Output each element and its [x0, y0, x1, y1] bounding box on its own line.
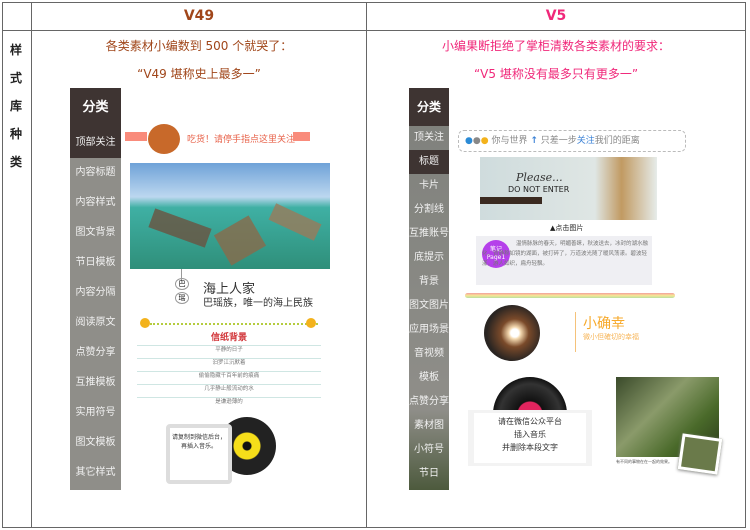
follow-text-a: 只差一步	[540, 136, 577, 146]
sidebar-item-v5-14[interactable]: 节日	[409, 462, 449, 486]
v49-intro-line2: “V49 堪称史上最多一”	[137, 67, 261, 81]
v5-follow-bar[interactable]: ●●● 你与世界 ↑ 只差一步关注我们的距离	[458, 130, 686, 152]
sidebar-item-v49-10[interactable]: 图文模板	[70, 428, 121, 458]
sidebar-item-v5-13[interactable]: 小符号	[409, 438, 449, 462]
sidebar-item-v49-7[interactable]: 点赞分享	[70, 338, 121, 368]
letter-line: 平静的日子	[215, 347, 243, 353]
sidebar-item-v49-9[interactable]: 实用符号	[70, 398, 121, 428]
caption-subtitle: 巴瑶族，唯一的海上民族	[203, 298, 313, 309]
sidebar-item-v5-10[interactable]: 模板	[409, 366, 449, 390]
sidebar-item-v49-11[interactable]: 其它样式	[70, 458, 121, 488]
banner-left-bar	[125, 132, 147, 141]
v5-sidebar-header: 分类	[409, 88, 449, 126]
sidebar-item-v49-0[interactable]: 顶部关注	[70, 128, 121, 158]
column-title-v5: V5	[545, 8, 567, 24]
letter-line: 几乎静止般流动的水	[204, 386, 254, 392]
sea-village-photo	[130, 163, 330, 269]
table-border-left	[2, 2, 3, 528]
note-text: 温情脉脉的春天，明媚善睐，秋波送去，冰封的湖水融化，冒静穆如镜的湖面，被打碎了，…	[482, 241, 649, 267]
sunflower-icon	[140, 318, 150, 328]
v49-follow-banner[interactable]: 吃货！请停手指点这里关注	[187, 132, 295, 145]
v49-intro-line1: 各类素材小编数到 500 个就哭了：	[105, 39, 293, 53]
sparkler-photo	[484, 305, 540, 361]
banner-right-bar	[293, 132, 310, 141]
sidebar-item-v49-5[interactable]: 内容分隔	[70, 278, 121, 308]
v49-sidebar-header: 分类	[70, 88, 121, 128]
follow-highlight: 关注	[576, 136, 595, 146]
rainbow-divider	[465, 293, 675, 298]
sidebar-item-v49-2[interactable]: 内容样式	[70, 188, 121, 218]
photo-text-1: Please...	[516, 171, 563, 184]
letter-paper: 信纸背景 平静的日子汨罗江沉默着偷偷隐藏千百年前的痕痛 几乎静止般流动的水 是谦逊薄…	[137, 333, 321, 410]
letter-title: 信纸背景	[210, 333, 247, 343]
note-card: 笔记 Page1 温情脉脉的春天，明媚善睐，秋波送去，冰封的湖水融化，冒静穆如镜的…	[476, 236, 652, 285]
photo-caption: ▲点击图片	[550, 224, 584, 232]
column-title-v49: V49	[183, 8, 215, 24]
v49-sidebar: 分类 顶部关注 内容标题 内容样式 图文背景 节日模板 内容分隔 阅读原文 点赞分享 互推模板实…	[70, 88, 121, 490]
happiness-title: 小确幸	[583, 316, 625, 332]
happiness-subtitle: 微小但確切的幸福	[583, 333, 639, 341]
v5-intro-line1: 小编果断拒绝了掌柜清数各类素材的要求：	[441, 39, 670, 53]
small-polaroid-photo	[677, 433, 723, 475]
music-card: 请复制到微信后台，再插入音乐。	[166, 424, 232, 484]
sidebar-item-v5-12[interactable]: 素材图	[409, 414, 449, 438]
sidebar-item-v5-4[interactable]: 互推账号	[409, 222, 449, 246]
sidebar-item-v5-3[interactable]: 分割线	[409, 198, 449, 222]
music-line: 插入音乐	[514, 430, 546, 439]
sidebar-item-v5-5[interactable]: 底提示	[409, 246, 449, 270]
sidebar-item-v5-8[interactable]: 应用场景	[409, 318, 449, 342]
letter-line: 是谦逊薄的	[215, 399, 243, 405]
sidebar-item-v5-2[interactable]: 卡片	[409, 174, 449, 198]
sidebar-item-v5-1[interactable]: 标题	[409, 150, 449, 174]
do-not-enter-photo[interactable]: Please... DO NOT ENTER	[480, 157, 657, 220]
forest-caption: 有不同的事物在在一起的效果。	[616, 459, 672, 464]
sidebar-item-v5-9[interactable]: 音视频	[409, 342, 449, 366]
follow-text-b: 我们的距离	[594, 136, 640, 146]
sidebar-item-v5-7[interactable]: 图文图片	[409, 294, 449, 318]
v5-intro-line2: “V5 堪称没有最多只有更多一”	[473, 67, 639, 81]
sidebar-item-v49-6[interactable]: 阅读原文	[70, 308, 121, 338]
sidebar-item-v49-1[interactable]: 内容标题	[70, 158, 121, 188]
music-line: 并删除本段文字	[502, 443, 558, 452]
letter-line: 偷偷隐藏千百年前的痕痛	[198, 373, 260, 379]
caption-badge-1: 巴	[175, 278, 189, 290]
music-line: 请在微信公众平台	[498, 417, 562, 426]
arrow-up-icon: ↑	[530, 136, 538, 146]
sidebar-item-v49-3[interactable]: 图文背景	[70, 218, 121, 248]
sidebar-item-v5-6[interactable]: 背景	[409, 270, 449, 294]
wavy-divider	[150, 322, 318, 325]
follow-text-left: 你与世界	[491, 136, 528, 146]
v5-sidebar: 分类 顶关注 标题 卡片 分割线 互推账号 底提示 背景 图文图片 应用场景 音视频 模板 点赞分享素…	[409, 88, 449, 490]
caption-badge-2: 瑶	[175, 292, 189, 304]
sidebar-item-v5-11[interactable]: 点赞分享	[409, 390, 449, 414]
sidebar-item-v49-4[interactable]: 节日模板	[70, 248, 121, 278]
sunflower-icon	[306, 318, 316, 328]
photo-text-2: DO NOT ENTER	[508, 185, 570, 194]
sidebar-item-v49-8[interactable]: 互推模板	[70, 368, 121, 398]
row-label: 样式库种类	[9, 43, 22, 169]
table-border-bottom	[2, 527, 745, 528]
sidebar-item-v5-0[interactable]: 顶关注	[409, 126, 449, 150]
table-border-right	[745, 2, 746, 528]
bear-icon	[148, 124, 180, 154]
letter-line: 汨罗江沉默着	[212, 360, 246, 366]
v5-music-card: 请在微信公众平台 插入音乐并删除本段文字	[468, 410, 592, 466]
